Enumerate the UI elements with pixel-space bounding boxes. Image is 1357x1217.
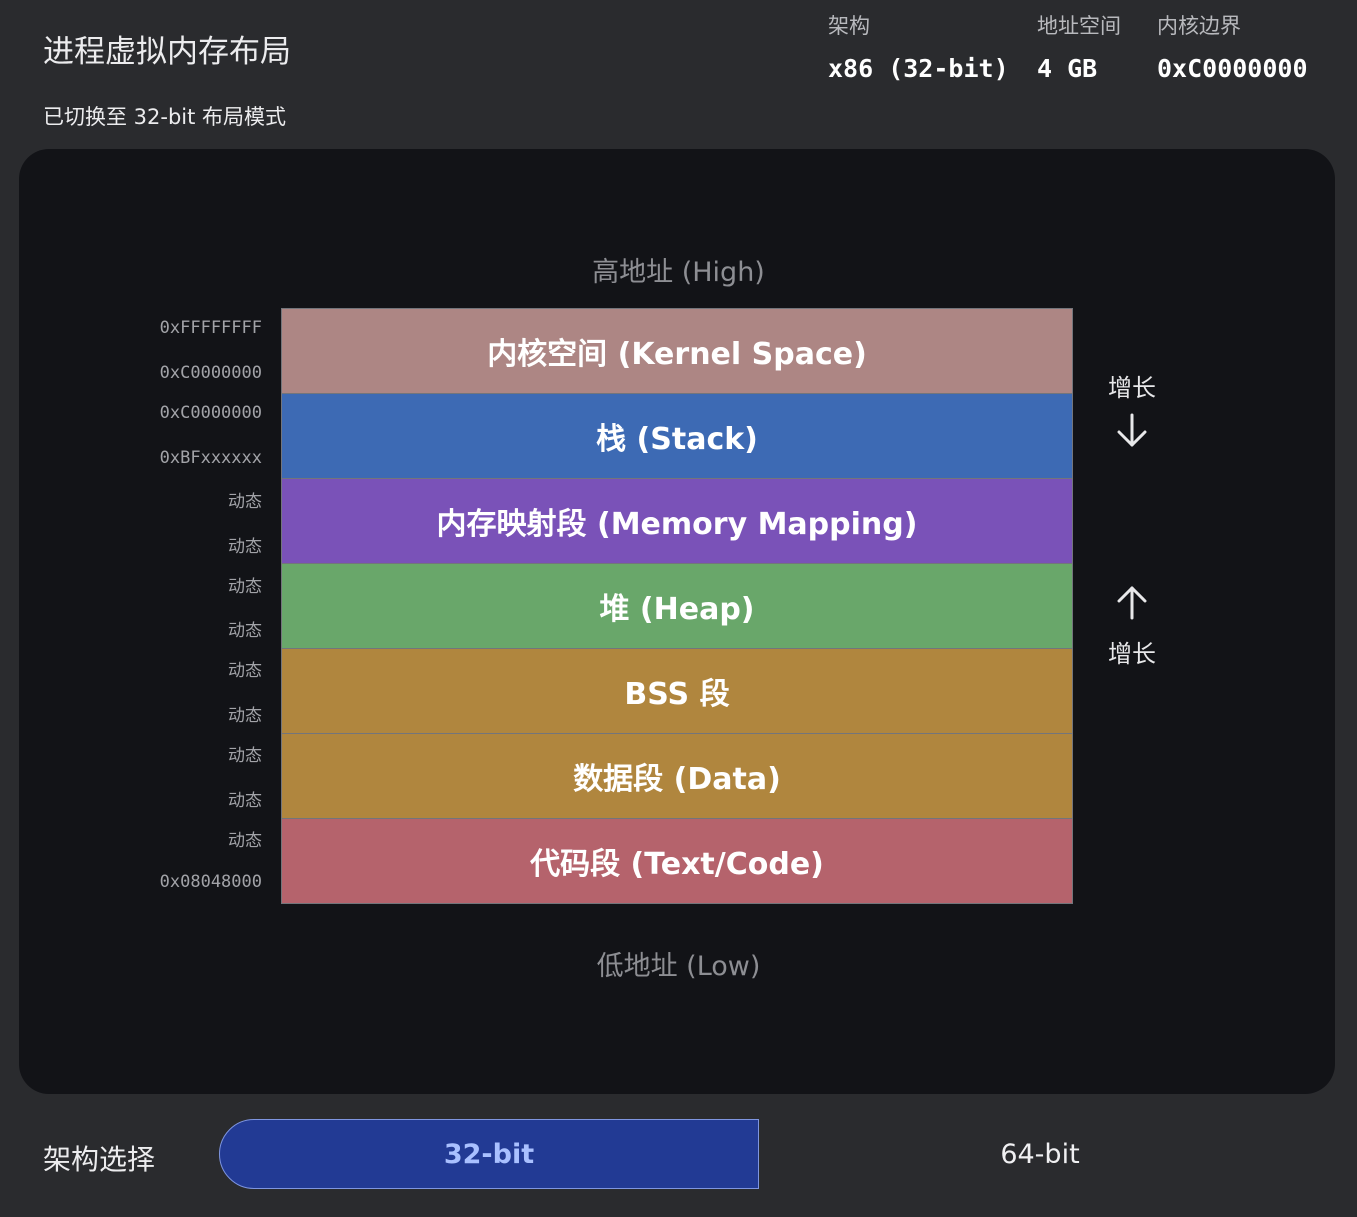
segment-data: 数据段 (Data) [281,733,1073,818]
segment-address-top: 0xC0000000 [159,403,262,423]
page-title: 进程虚拟内存布局 [43,34,291,70]
segment-address-bottom: 动态 [228,791,262,811]
arch-option-64bit-button[interactable]: 64-bit [760,1119,1320,1189]
segment-address-top: 动态 [228,492,262,512]
segment-address-top: 动态 [228,831,262,851]
segment-address-top: 动态 [228,661,262,681]
segment-address-top: 动态 [228,577,262,597]
stack-growth-label: 增长 [1108,374,1156,402]
segment-address-bottom: 0xBFxxxxxx [159,448,262,468]
stack-growth-indicator: 增长 [1092,368,1172,451]
memory-segments: 内核空间 (Kernel Space) 栈 (Stack) 内存映射段 (Mem… [281,308,1073,904]
stat-kernel-boundary-label: 内核边界 [1157,14,1241,38]
segment-address-bottom: 动态 [228,537,262,557]
segment-kernel-space: 内核空间 (Kernel Space) [281,308,1073,393]
arrow-up-icon [1092,582,1172,622]
arch-option-32bit-button[interactable]: 32-bit [219,1119,759,1189]
stat-kernel-boundary-value: 0xC0000000 [1157,54,1308,83]
high-address-label: 高地址 (High) [592,257,765,288]
segment-memory-mapping: 内存映射段 (Memory Mapping) [281,478,1073,563]
stat-address-space-label: 地址空间 [1037,14,1121,38]
stat-address-space-value: 4 GB [1037,54,1098,83]
segment-address-top: 动态 [228,746,262,766]
low-address-label: 低地址 (Low) [596,951,761,982]
arch-selector-label: 架构选择 [43,1143,156,1176]
segment-address-bottom: 0xC0000000 [159,363,262,383]
heap-growth-indicator: 增长 [1092,582,1172,669]
segment-address-bottom: 0x08048000 [159,872,262,892]
segment-address-bottom: 动态 [228,706,262,726]
mode-status-text: 已切换至 32-bit 布局模式 [43,105,287,129]
stat-arch-value: x86 (32-bit) [828,54,1009,83]
segment-address-top: 0xFFFFFFFF [159,318,262,338]
stat-arch-label: 架构 [828,14,870,38]
segment-heap: 堆 (Heap) [281,563,1073,648]
segment-address-bottom: 动态 [228,621,262,641]
arrow-down-icon [1092,411,1172,451]
segment-bss: BSS 段 [281,648,1073,733]
segment-stack: 栈 (Stack) [281,393,1073,478]
segment-text-code: 代码段 (Text/Code) [281,818,1073,904]
heap-growth-label: 增长 [1108,640,1156,668]
